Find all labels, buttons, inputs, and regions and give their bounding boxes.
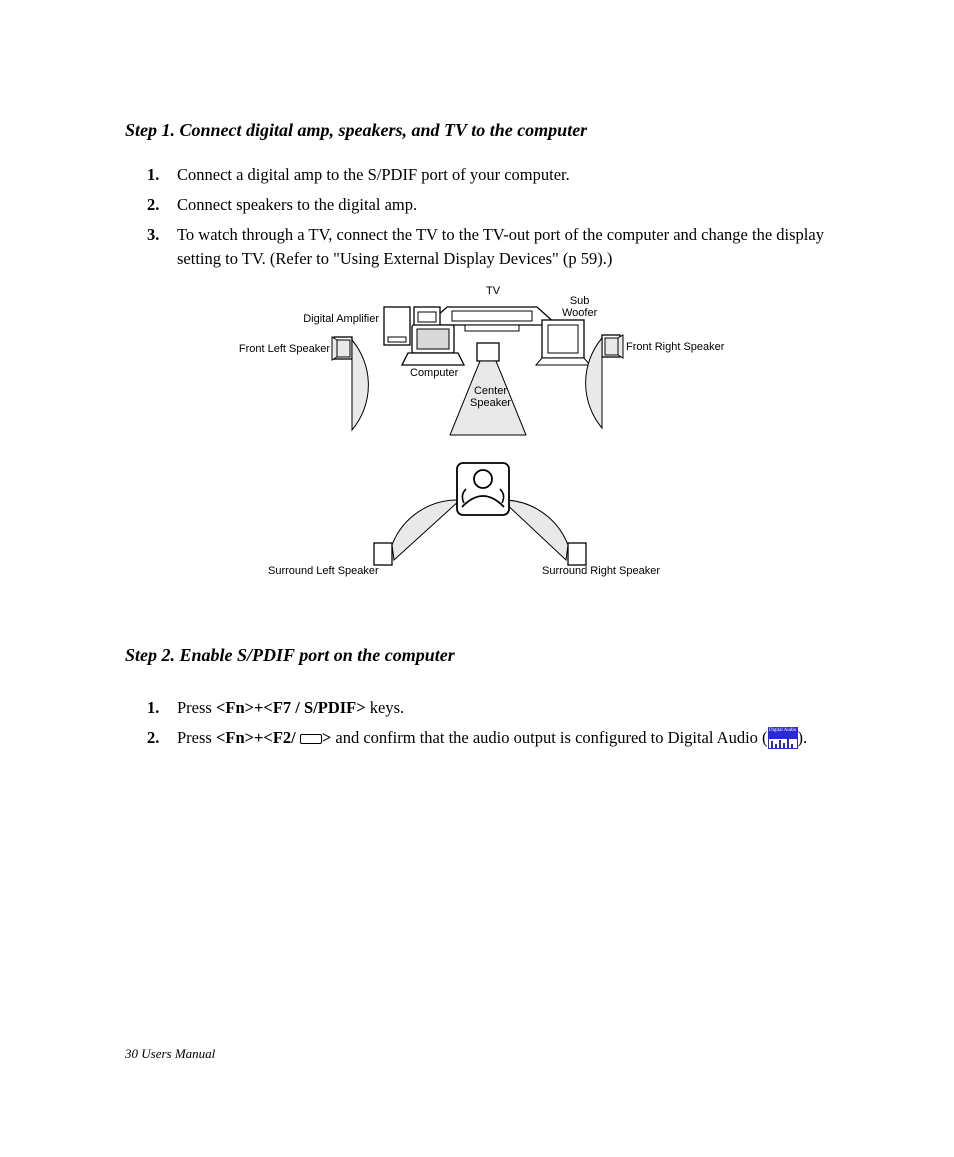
front-left-speaker-icon <box>332 337 368 430</box>
list-text: To watch through a TV, connect the TV to… <box>177 223 839 271</box>
page-footer: 30 Users Manual <box>125 1046 215 1062</box>
digital-audio-icon: Digital Audio <box>768 727 798 749</box>
label-tv: TV <box>486 285 500 297</box>
step1-heading: Step 1. Connect digital amp, speakers, a… <box>125 120 839 141</box>
list-number: 2. <box>147 726 165 750</box>
surround-left-speaker-icon <box>374 500 460 565</box>
label-surround-right: Surround Right Speaker <box>542 565 660 577</box>
step2-item-1: 1. Press <Fn>+<F7 / S/PDIF> keys. <box>147 696 839 720</box>
list-text: Press <Fn>+<F2/ > and confirm that the a… <box>177 726 839 750</box>
step1-item-2: 2. Connect speakers to the digital amp. <box>147 193 839 217</box>
step2-item-2: 2. Press <Fn>+<F2/ > and confirm that th… <box>147 726 839 750</box>
computer-icon <box>402 325 464 365</box>
label-front-left: Front Left Speaker <box>230 343 330 355</box>
list-text: Connect speakers to the digital amp. <box>177 193 839 217</box>
step2-list: 1. Press <Fn>+<F7 / S/PDIF> keys. 2. Pre… <box>147 696 839 750</box>
key-combo: <Fn>+<F2/ > <box>216 728 331 747</box>
step2-heading: Step 2. Enable S/PDIF port on the comput… <box>125 645 839 666</box>
list-number: 2. <box>147 193 165 217</box>
step1-list: 1. Connect a digital amp to the S/PDIF p… <box>147 163 839 271</box>
subwoofer-icon <box>536 320 590 365</box>
label-front-right: Front Right Speaker <box>626 341 724 353</box>
key-combo: <Fn>+<F7 / S/PDIF> <box>216 698 366 717</box>
speaker-layout-diagram: TV Sub Woofer Digital Amplifier Computer… <box>202 285 762 585</box>
label-digital-amplifier: Digital Amplifier <box>297 313 379 325</box>
surround-right-speaker-icon <box>502 500 586 565</box>
label-surround-left: Surround Left Speaker <box>268 565 379 577</box>
step1-item-3: 3. To watch through a TV, connect the TV… <box>147 223 839 271</box>
step1-item-1: 1. Connect a digital amp to the S/PDIF p… <box>147 163 839 187</box>
list-number: 1. <box>147 163 165 187</box>
listener-icon <box>457 463 509 515</box>
label-center-speaker: Center Speaker <box>470 385 511 409</box>
label-computer: Computer <box>410 367 458 379</box>
list-number: 1. <box>147 696 165 720</box>
list-text: Press <Fn>+<F7 / S/PDIF> keys. <box>177 696 839 720</box>
label-subwoofer: Sub Woofer <box>562 295 597 319</box>
list-number: 3. <box>147 223 165 271</box>
front-right-speaker-icon <box>586 335 623 428</box>
list-text: Connect a digital amp to the S/PDIF port… <box>177 163 839 187</box>
display-icon <box>300 734 322 744</box>
